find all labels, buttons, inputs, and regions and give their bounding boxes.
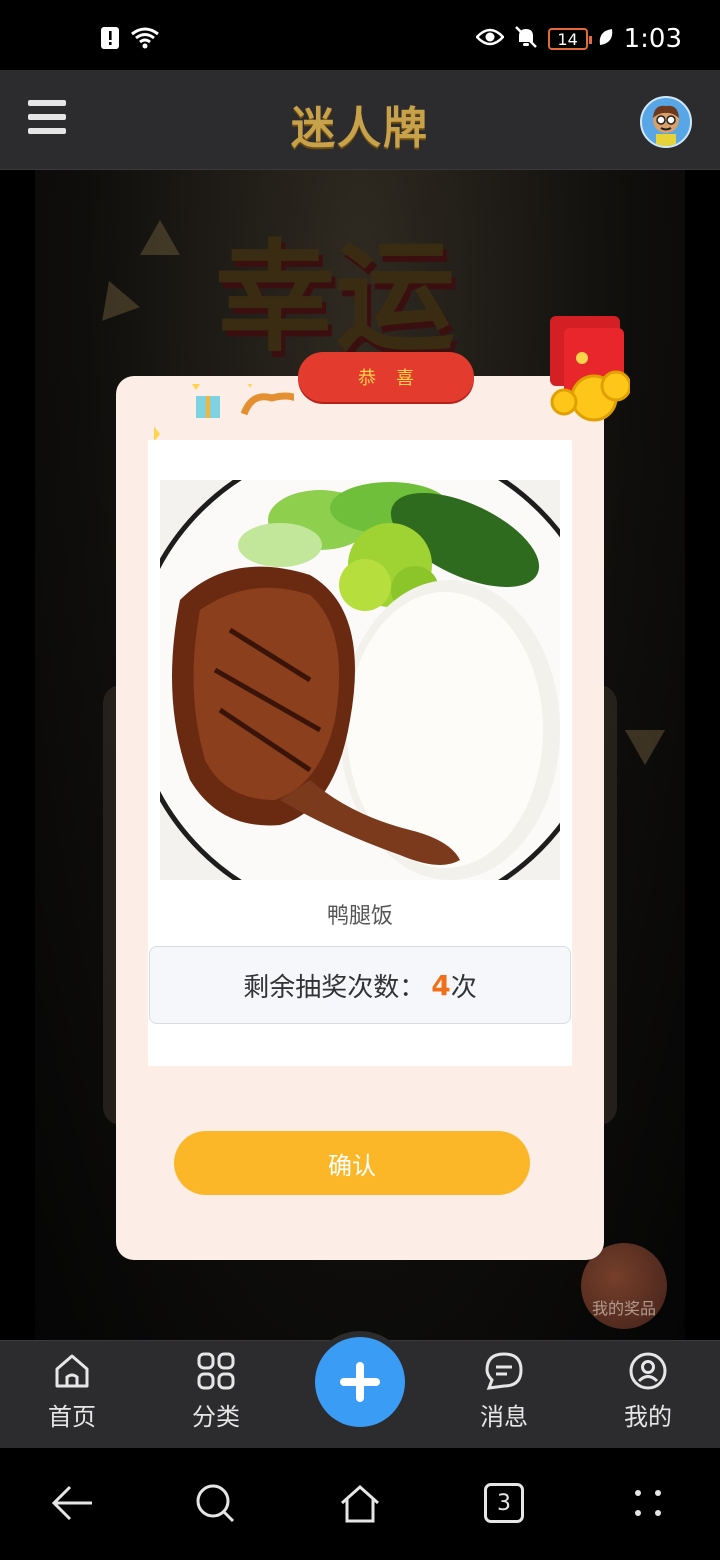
plus-icon <box>340 1362 380 1402</box>
dish-name: 鸭腿饭 <box>326 904 393 929</box>
battery-level: 14 <box>557 29 578 49</box>
clock: 1:03 <box>623 24 682 54</box>
nav-messages-label: 消息 <box>480 1403 528 1431</box>
dish-image <box>160 480 560 880</box>
system-nav-bar: 3 <box>0 1448 720 1560</box>
confirm-button[interactable]: 确认 <box>174 1131 530 1195</box>
remaining-draws-label: 剩余抽奖次数： <box>243 972 426 1003</box>
tabs-count: 3 <box>497 1490 511 1516</box>
message-icon <box>485 1352 523 1390</box>
status-bar: 14 1:03 <box>0 0 720 70</box>
nav-messages[interactable]: 消息 <box>459 1351 549 1432</box>
banner-title: 幸运 <box>215 227 455 368</box>
nav-profile[interactable]: 我的 <box>603 1351 693 1432</box>
red-envelope-coins-icon <box>550 316 630 422</box>
nav-category-label: 分类 <box>192 1403 240 1431</box>
prize-card: 鸭腿饭 剩余抽奖次数： 4 次 <box>148 440 572 1066</box>
nav-profile-label: 我的 <box>624 1403 672 1431</box>
prize-modal: 恭喜 鸭腿饭 剩余抽奖次数： 4 次 确认 <box>116 316 630 1260</box>
mute-bell-icon <box>514 25 538 53</box>
system-home-icon[interactable] <box>335 1478 385 1528</box>
remaining-draws-count: 4 <box>431 968 451 1002</box>
nav-home-label: 首页 <box>48 1403 96 1431</box>
my-prizes-label: 我的奖品 <box>591 1299 656 1318</box>
remaining-draws-box: 剩余抽奖次数： 4 次 <box>149 946 571 1024</box>
app-title: 迷人牌 <box>291 103 429 154</box>
eye-icon <box>474 27 505 51</box>
remaining-draws-unit: 次 <box>450 972 477 1003</box>
nav-add-button[interactable] <box>315 1337 405 1427</box>
app-header: 迷人牌 <box>0 70 720 170</box>
congrats-ribbon: 恭喜 <box>298 352 474 402</box>
avatar[interactable] <box>640 96 692 148</box>
profile-icon <box>629 1352 667 1390</box>
leaf-icon <box>598 27 614 51</box>
nav-category[interactable]: 分类 <box>171 1351 261 1432</box>
more-icon[interactable] <box>623 1478 673 1528</box>
home-icon <box>55 1354 89 1388</box>
nav-home[interactable]: 首页 <box>27 1351 117 1432</box>
bottom-nav: 首页 分类 消息 我的 <box>0 1337 720 1448</box>
grid-icon <box>197 1352 235 1390</box>
tabs-icon[interactable]: 3 <box>479 1478 529 1528</box>
wifi-icon <box>130 26 160 54</box>
back-icon[interactable] <box>47 1478 97 1528</box>
alert-icon <box>100 26 120 54</box>
search-icon[interactable] <box>190 1478 240 1528</box>
battery-icon: 14 <box>547 28 592 50</box>
